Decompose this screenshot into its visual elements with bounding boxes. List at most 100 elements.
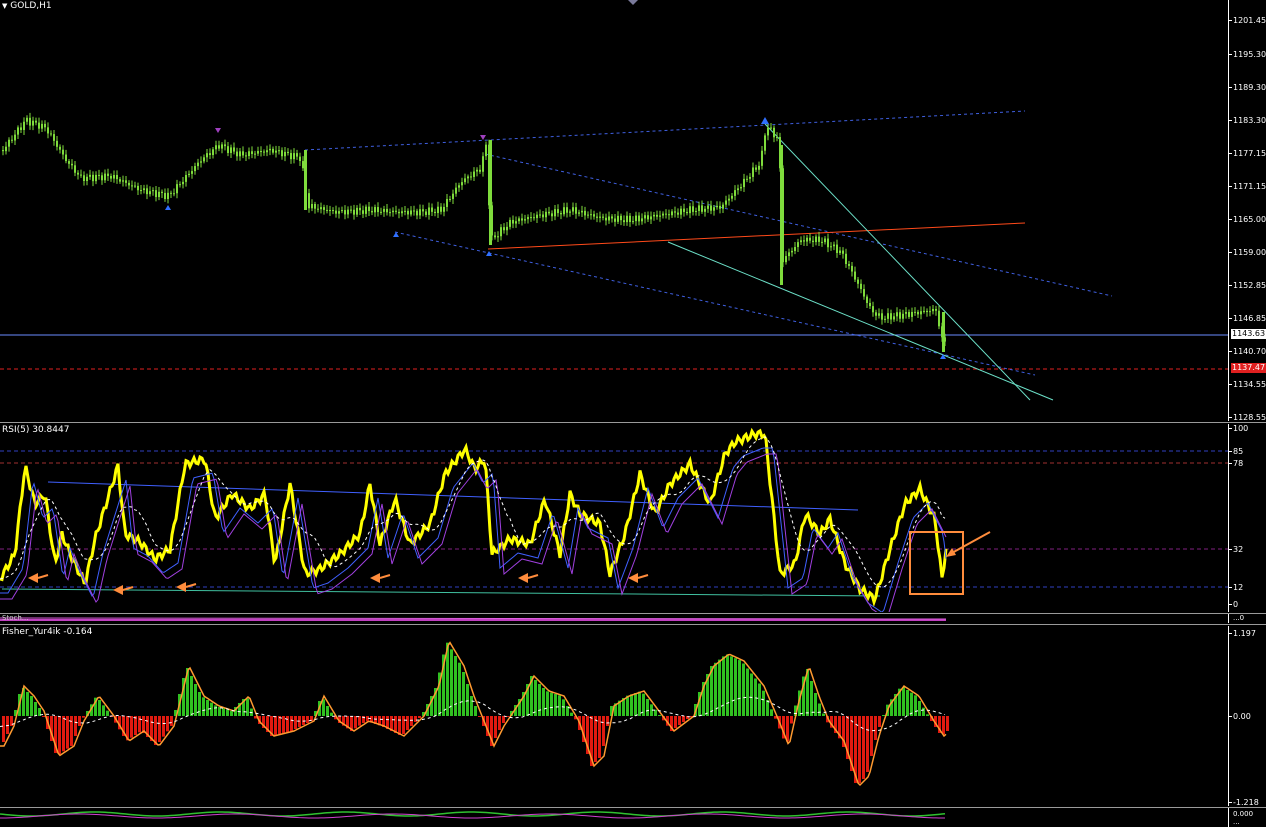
fisher-histogram-bar xyxy=(226,709,229,716)
candle-body xyxy=(845,253,847,264)
fisher-histogram-bar xyxy=(478,716,481,717)
fisher-histogram-bar xyxy=(562,699,565,716)
candle-body xyxy=(404,210,406,212)
candle-body xyxy=(167,192,169,199)
price-tick-mark xyxy=(1229,20,1232,21)
candle-body xyxy=(116,174,118,180)
fisher-histogram-bar xyxy=(626,695,629,716)
fisher-histogram-bar xyxy=(630,694,633,716)
candle-body xyxy=(671,211,673,216)
candle-body xyxy=(134,185,136,187)
candle-body xyxy=(839,250,841,253)
fisher-histogram-bar xyxy=(750,673,753,716)
fisher-histogram-bar xyxy=(134,716,137,735)
fisher-histogram-bar xyxy=(230,711,233,716)
fisher-histogram-bar xyxy=(414,716,417,722)
candle-body xyxy=(836,244,838,253)
candle-body xyxy=(506,226,508,231)
candle-body xyxy=(572,207,574,212)
candle-body xyxy=(119,179,121,182)
fisher-histogram-bar xyxy=(742,663,745,716)
scroll-marker-icon[interactable] xyxy=(628,0,638,5)
fisher-histogram-bar xyxy=(718,659,721,716)
candle-body xyxy=(539,214,541,216)
fractal-up-icon xyxy=(761,117,769,124)
rsi-pane[interactable]: RSI(5) 30.8447 xyxy=(0,424,1228,612)
candle-body xyxy=(848,263,850,266)
candle-body xyxy=(761,150,763,166)
candle-body xyxy=(293,153,295,160)
candle-body xyxy=(77,172,79,175)
candle-body xyxy=(923,310,925,312)
fisher-histogram-bar xyxy=(862,716,865,779)
price-tick: 1195.30 xyxy=(1233,50,1266,59)
candle-body xyxy=(521,218,523,221)
candle-body xyxy=(245,155,247,157)
bottom-indicator-pane[interactable] xyxy=(0,808,1228,827)
fisher-chart-svg xyxy=(0,641,949,787)
bottom-axis: 0.000 ... xyxy=(1228,808,1266,827)
candle-body xyxy=(770,127,772,129)
candle-body xyxy=(926,310,928,313)
pane-separator[interactable] xyxy=(0,422,1266,423)
candle-body xyxy=(125,180,127,183)
pane-separator[interactable] xyxy=(0,624,1266,625)
fisher-histogram-bar xyxy=(130,716,133,738)
candle-body xyxy=(143,188,145,191)
dropdown-triangle-icon[interactable]: ▼ xyxy=(2,2,7,10)
candle-body xyxy=(197,162,199,167)
fisher-histogram-bar xyxy=(790,716,793,724)
candle-body xyxy=(479,169,481,172)
fisher-histogram-bar xyxy=(602,716,605,746)
candle-body xyxy=(304,150,307,210)
rsi-level-tick-mark xyxy=(1229,587,1232,588)
candle-body xyxy=(617,215,619,222)
candle-body xyxy=(827,238,829,248)
candle-body xyxy=(596,216,598,218)
rsi-line xyxy=(0,427,948,608)
fisher-histogram-bar xyxy=(918,701,921,716)
candle-body xyxy=(86,176,88,181)
candle-body xyxy=(800,240,802,243)
candle-body xyxy=(137,185,139,191)
candle-body xyxy=(287,151,289,154)
candle-body xyxy=(380,211,382,213)
candle-body xyxy=(593,214,595,217)
fisher-histogram-bar xyxy=(546,691,549,716)
candle-body xyxy=(239,151,241,157)
fisher-histogram-bar xyxy=(606,716,609,726)
candle-body xyxy=(635,215,637,222)
candle-body xyxy=(446,199,448,207)
candle-body xyxy=(884,318,886,320)
fisher-histogram-bar xyxy=(290,716,293,731)
price-chart-pane[interactable]: ▼ GOLD,H1 xyxy=(0,0,1228,421)
candle-body xyxy=(557,209,559,214)
candle-body xyxy=(335,210,337,214)
candle-body xyxy=(863,289,865,297)
candle-body xyxy=(647,215,649,220)
candle-body xyxy=(503,227,505,231)
fisher-histogram-bar xyxy=(498,716,501,730)
candle-body xyxy=(875,312,877,316)
candle-body xyxy=(89,174,91,177)
candle-body xyxy=(917,311,919,315)
candle-body xyxy=(398,211,400,214)
mini-indicator-pane[interactable]: Stoch... xyxy=(0,614,1228,623)
candle-body xyxy=(104,173,106,181)
candle-body xyxy=(113,174,115,179)
candle-body xyxy=(644,215,646,219)
candle-body xyxy=(689,206,691,214)
fisher-histogram-bar xyxy=(770,709,773,716)
candle-body xyxy=(902,313,904,319)
candle-body xyxy=(266,150,268,153)
price-tick-mark xyxy=(1229,252,1232,253)
candle-body xyxy=(473,171,475,177)
candle-body xyxy=(524,219,526,221)
fisher-pane[interactable]: Fisher_Yur4ik -0.164 xyxy=(0,626,1228,806)
fisher-histogram-bar xyxy=(62,716,65,752)
candle-body xyxy=(485,144,487,157)
candle-body xyxy=(482,156,484,172)
fisher-histogram-bar xyxy=(902,687,905,716)
candle-body xyxy=(500,227,502,237)
fisher-histogram-bar xyxy=(542,688,545,716)
